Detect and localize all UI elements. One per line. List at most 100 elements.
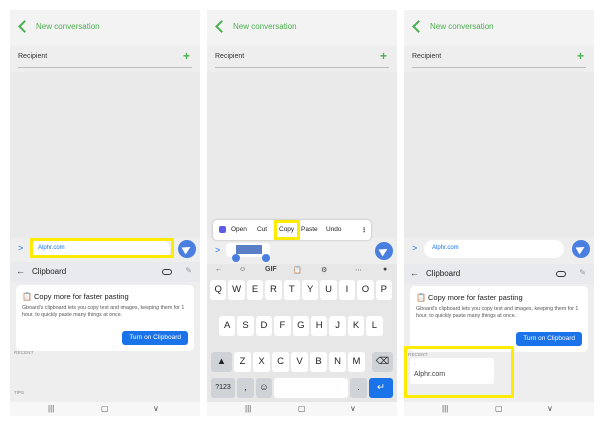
paste-menu-item[interactable]: Paste bbox=[301, 226, 318, 233]
recipient-field[interactable]: Recipient + bbox=[412, 49, 586, 68]
back-arrow-icon[interactable]: ← bbox=[215, 266, 222, 273]
send-icon[interactable] bbox=[178, 240, 196, 258]
pencil-icon[interactable]: ✎ bbox=[579, 268, 586, 277]
app-bar: New conversation bbox=[207, 10, 397, 46]
symbols-key[interactable]: ?123 bbox=[211, 378, 235, 398]
chevron-right-icon[interactable]: > bbox=[215, 245, 220, 255]
key-e[interactable]: E bbox=[246, 280, 264, 300]
message-area bbox=[207, 72, 397, 238]
toggle-icon[interactable] bbox=[556, 271, 566, 277]
settings-icon[interactable]: ⚙ bbox=[321, 266, 327, 274]
chevron-right-icon[interactable]: > bbox=[18, 243, 23, 253]
pencil-icon[interactable]: ✎ bbox=[185, 266, 192, 275]
key-f[interactable]: F bbox=[274, 316, 291, 336]
period-key[interactable]: . bbox=[350, 378, 367, 398]
back-arrow-icon[interactable]: ← bbox=[16, 266, 25, 276]
key-b[interactable]: B bbox=[310, 352, 327, 372]
back-nav-icon[interactable]: ∨ bbox=[153, 404, 159, 413]
app-bar: New conversation bbox=[10, 10, 200, 46]
keyboard-toolbar: ← ☺ GIF 📋 ⚙ ⋯ ● bbox=[207, 264, 397, 278]
panel-clipboard-off: New conversation Recipient + > Alphr.com… bbox=[10, 10, 200, 416]
key-k[interactable]: K bbox=[347, 316, 365, 336]
card-title: Copy more for faster pasting bbox=[34, 292, 129, 301]
key-i[interactable]: I bbox=[338, 280, 356, 300]
nav-bar: ||| ▢ ∨ bbox=[10, 402, 200, 416]
message-area bbox=[10, 72, 200, 238]
emoji-icon[interactable]: ☺ bbox=[239, 266, 246, 273]
enter-key[interactable]: ↵ bbox=[369, 378, 393, 398]
key-w[interactable]: W bbox=[228, 280, 245, 300]
message-input[interactable]: Alphr.com bbox=[424, 240, 564, 258]
panel-clipboard-recent: New conversation Recipient + > Alphr.com… bbox=[404, 10, 594, 416]
recipient-field[interactable]: Recipient + bbox=[18, 49, 192, 68]
send-icon[interactable] bbox=[375, 242, 393, 260]
card-title: Copy more for faster pasting bbox=[428, 293, 523, 302]
toggle-icon[interactable] bbox=[162, 269, 172, 275]
key-o[interactable]: O bbox=[357, 280, 374, 300]
recent-label: RECENT bbox=[14, 350, 34, 355]
home-icon[interactable]: ▢ bbox=[298, 404, 306, 413]
clipboard-title: Clipboard bbox=[32, 267, 67, 276]
key-h[interactable]: H bbox=[311, 316, 328, 336]
emoji-key[interactable]: ☺ bbox=[256, 378, 272, 398]
key-t[interactable]: T bbox=[283, 280, 300, 300]
key-q[interactable]: Q bbox=[210, 280, 227, 300]
card-body: Gboard's clipboard lets you copy text an… bbox=[416, 306, 579, 319]
back-nav-icon[interactable]: ∨ bbox=[547, 404, 553, 413]
key-p[interactable]: P bbox=[375, 280, 392, 300]
recipient-label: Recipient bbox=[215, 53, 245, 60]
gif-icon[interactable]: GIF bbox=[265, 266, 277, 273]
back-arrow-icon[interactable] bbox=[412, 20, 425, 33]
key-l[interactable]: L bbox=[366, 316, 383, 336]
add-recipient-icon[interactable]: + bbox=[183, 49, 190, 63]
recent-apps-icon[interactable]: ||| bbox=[442, 404, 448, 413]
key-s[interactable]: S bbox=[237, 316, 254, 336]
home-icon[interactable]: ▢ bbox=[495, 404, 503, 413]
key-d[interactable]: D bbox=[255, 316, 273, 336]
highlight-box bbox=[30, 238, 174, 258]
key-v[interactable]: V bbox=[291, 352, 308, 372]
back-arrow-icon[interactable] bbox=[215, 20, 228, 33]
clipboard-icon[interactable]: 📋 bbox=[293, 266, 302, 274]
key-x[interactable]: X bbox=[253, 352, 270, 372]
space-key[interactable] bbox=[274, 378, 348, 398]
selection-handle-left[interactable] bbox=[232, 254, 240, 262]
clipboard-card: 📋 Copy more for faster pasting Gboard's … bbox=[16, 285, 194, 351]
back-arrow-icon[interactable]: ← bbox=[410, 268, 419, 278]
turn-on-clipboard-button[interactable]: Turn on Clipboard bbox=[122, 331, 188, 345]
key-u[interactable]: U bbox=[320, 280, 337, 300]
key-z[interactable]: Z bbox=[234, 352, 251, 372]
home-icon[interactable]: ▢ bbox=[101, 404, 109, 413]
key-a[interactable]: A bbox=[219, 316, 236, 336]
open-menu-item[interactable]: Open bbox=[231, 226, 247, 233]
add-recipient-icon[interactable]: + bbox=[577, 49, 584, 63]
recent-apps-icon[interactable]: ||| bbox=[48, 404, 54, 413]
selection-handle-right[interactable] bbox=[262, 254, 270, 262]
key-y[interactable]: Y bbox=[302, 280, 319, 300]
shift-key[interactable]: ▲ bbox=[211, 352, 232, 372]
back-nav-icon[interactable]: ∨ bbox=[350, 404, 356, 413]
undo-menu-item[interactable]: Undo bbox=[326, 226, 342, 233]
backspace-key[interactable]: ⌫ bbox=[372, 352, 393, 372]
comma-key[interactable]: , bbox=[237, 378, 254, 398]
recent-apps-icon[interactable]: ||| bbox=[245, 404, 251, 413]
add-recipient-icon[interactable]: + bbox=[380, 49, 387, 63]
more-menu-icon[interactable]: ⋮ bbox=[361, 226, 368, 234]
send-icon[interactable] bbox=[572, 240, 590, 258]
message-area bbox=[404, 72, 594, 238]
back-arrow-icon[interactable] bbox=[18, 20, 31, 33]
page-title: New conversation bbox=[36, 22, 100, 31]
cut-menu-item[interactable]: Cut bbox=[257, 226, 267, 233]
key-c[interactable]: C bbox=[272, 352, 289, 372]
key-r[interactable]: R bbox=[265, 280, 282, 300]
recipient-field[interactable]: Recipient + bbox=[215, 49, 389, 68]
chevron-right-icon[interactable]: > bbox=[412, 243, 417, 253]
more-icon[interactable]: ⋯ bbox=[355, 266, 362, 274]
key-g[interactable]: G bbox=[292, 316, 309, 336]
key-m[interactable]: M bbox=[348, 352, 365, 372]
key-j[interactable]: J bbox=[329, 316, 346, 336]
mic-icon[interactable]: ● bbox=[383, 266, 387, 273]
turn-on-clipboard-button[interactable]: Turn on Clipboard bbox=[516, 332, 582, 346]
clipboard-card: 📋 Copy more for faster pasting Gboard's … bbox=[410, 286, 588, 352]
key-n[interactable]: N bbox=[329, 352, 346, 372]
